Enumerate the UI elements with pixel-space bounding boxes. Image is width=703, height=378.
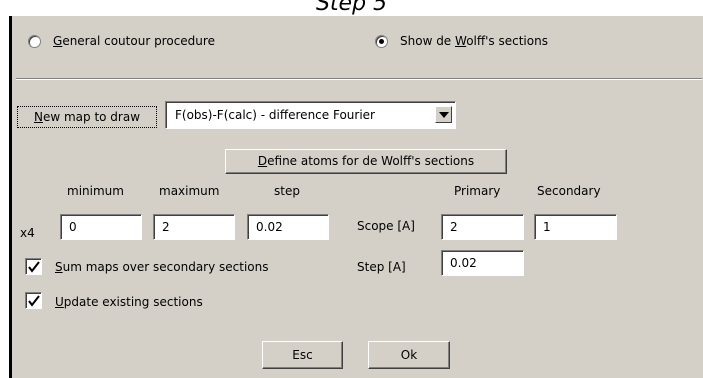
x4-maximum-input[interactable]: 2 xyxy=(153,214,235,240)
radio-selected-dot xyxy=(379,39,384,44)
separator xyxy=(16,78,702,80)
check-icon xyxy=(28,295,40,307)
scope-secondary-input[interactable]: 1 xyxy=(534,214,617,240)
col-header-minimum: minimum xyxy=(67,184,124,198)
update-existing-checkbox[interactable] xyxy=(25,292,42,309)
wolff-sections-radio[interactable] xyxy=(375,35,388,48)
chevron-down-icon[interactable] xyxy=(435,106,452,123)
map-type-value: F(obs)-F(calc) - difference Fourier xyxy=(175,108,375,122)
dialog-panel: General coutour procedure Show de Wolff'… xyxy=(9,16,703,378)
step-caption: Step 5 xyxy=(315,0,388,16)
ok-button[interactable]: Ok xyxy=(368,341,450,369)
check-icon xyxy=(28,261,40,273)
step-a-input[interactable]: 0.02 xyxy=(441,250,524,276)
esc-button[interactable]: Esc xyxy=(262,341,343,369)
col-header-step: step xyxy=(274,184,300,198)
update-existing-label[interactable]: Update existing sections xyxy=(55,295,203,309)
scope-primary-input[interactable]: 2 xyxy=(441,214,524,240)
map-type-select[interactable]: F(obs)-F(calc) - difference Fourier xyxy=(165,101,456,129)
col-header-maximum: maximum xyxy=(159,184,220,198)
col-header-secondary: Secondary xyxy=(537,184,601,198)
x4-minimum-input[interactable]: 0 xyxy=(60,214,142,240)
step-a-label: Step [A] xyxy=(357,260,406,274)
general-contour-radio[interactable] xyxy=(28,35,41,48)
scope-label: Scope [A] xyxy=(357,219,415,233)
sum-maps-label[interactable]: Sum maps over secondary sections xyxy=(55,260,269,274)
wolff-sections-label[interactable]: Show de Wolff's sections xyxy=(400,34,548,48)
sum-maps-checkbox[interactable] xyxy=(25,258,42,275)
col-header-primary: Primary xyxy=(454,184,501,198)
define-atoms-button[interactable]: Define atoms for de Wolff's sections xyxy=(225,149,507,174)
new-map-label-button[interactable]: New map to draw xyxy=(17,106,157,128)
row-label-x4: x4 xyxy=(20,226,35,240)
x4-step-input[interactable]: 0.02 xyxy=(247,214,329,240)
general-contour-label[interactable]: General coutour procedure xyxy=(53,34,215,48)
